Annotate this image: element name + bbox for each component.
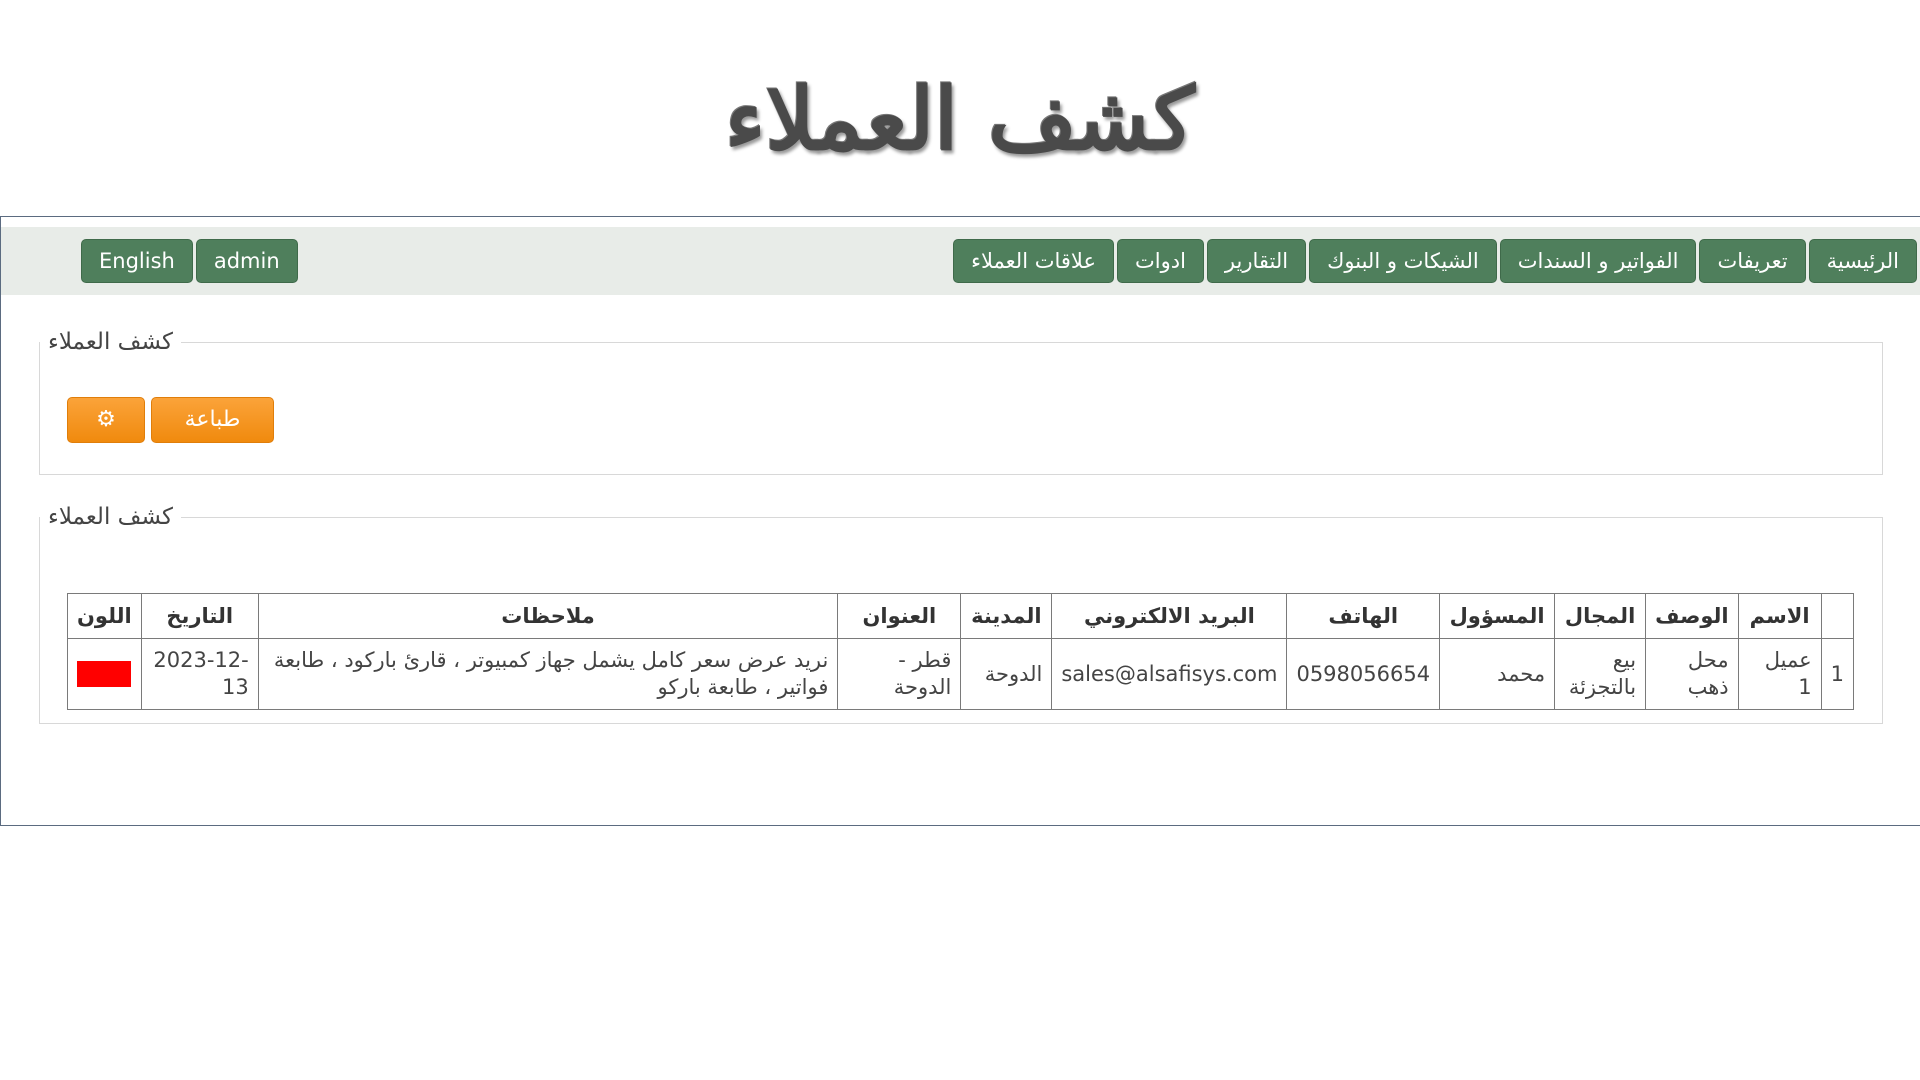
nav-cheques-banks[interactable]: الشيكات و البنوك xyxy=(1309,239,1497,283)
cell-city: الدوحة xyxy=(960,638,1053,710)
header-date[interactable]: التاريخ xyxy=(140,593,259,639)
page-title: كشف العملاء xyxy=(725,69,1195,170)
header-phone[interactable]: الهاتف xyxy=(1286,593,1441,639)
main-menu: الرئيسية تعريفات الفواتير و السندات الشي… xyxy=(953,239,1917,283)
table-header-row: الاسم الوصف المجال المسؤول الهاتف البريد… xyxy=(67,593,1855,639)
cell-responsible: محمد xyxy=(1439,638,1556,710)
cell-index: 1 xyxy=(1820,638,1855,710)
customers-panel-legend: كشف العملاء xyxy=(48,504,173,530)
nav-reports[interactable]: التقارير xyxy=(1206,239,1307,283)
top-navbar: الرئيسية تعريفات الفواتير و السندات الشي… xyxy=(1,227,1920,295)
cell-field: بيع بالتجزئة xyxy=(1554,638,1647,710)
main-frame: الرئيسية تعريفات الفواتير و السندات الشي… xyxy=(0,216,1920,826)
user-menu: English admin xyxy=(81,239,298,283)
header-responsible[interactable]: المسؤول xyxy=(1439,593,1556,639)
customers-panel: كشف العملاء الاسم الوصف المجال المسؤول ا… xyxy=(39,504,1883,724)
cell-address: قطر - الدوحة xyxy=(837,638,962,710)
header-notes[interactable]: ملاحظات xyxy=(257,593,839,639)
header-description[interactable]: الوصف xyxy=(1645,593,1739,639)
cell-name: عميل 1 xyxy=(1737,638,1822,710)
header-field[interactable]: المجال xyxy=(1554,593,1647,639)
header-index xyxy=(1820,593,1855,639)
cell-date: 2023-12-13 xyxy=(140,638,259,710)
print-button[interactable]: طباعة xyxy=(151,397,274,443)
color-swatch xyxy=(77,661,132,687)
nav-definitions[interactable]: تعريفات xyxy=(1699,239,1806,283)
gear-icon: ⚙ xyxy=(96,407,116,432)
header-city[interactable]: المدينة xyxy=(960,593,1053,639)
controls-panel-legend: كشف العملاء xyxy=(48,329,173,355)
cell-description: محل ذهب xyxy=(1645,638,1739,710)
cell-email: sales@alsafisys.com xyxy=(1051,638,1288,710)
controls-panel: كشف العملاء ⚙ طباعة xyxy=(39,329,1883,475)
user-button[interactable]: admin xyxy=(195,239,298,283)
nav-tools[interactable]: ادوات xyxy=(1116,239,1204,283)
customers-table: الاسم الوصف المجال المسؤول الهاتف البريد… xyxy=(67,593,1855,710)
nav-invoices-vouchers[interactable]: الفواتير و السندات xyxy=(1499,239,1697,283)
language-button[interactable]: English xyxy=(81,239,193,283)
header-email[interactable]: البريد الالكتروني xyxy=(1051,593,1288,639)
cell-phone: 0598056654 xyxy=(1286,638,1441,710)
cell-notes: نريد عرض سعر كامل يشمل جهاز كمبيوتر ، قا… xyxy=(257,638,839,710)
nav-home[interactable]: الرئيسية xyxy=(1808,239,1917,283)
table-row[interactable]: 1 عميل 1 محل ذهب بيع بالتجزئة محمد 05980… xyxy=(67,638,1855,710)
cell-color xyxy=(67,638,142,710)
nav-customer-relations[interactable]: علاقات العملاء xyxy=(953,239,1114,283)
header-name[interactable]: الاسم xyxy=(1737,593,1822,639)
settings-button[interactable]: ⚙ xyxy=(67,397,145,443)
header-color[interactable]: اللون xyxy=(67,593,142,639)
header-address[interactable]: العنوان xyxy=(837,593,962,639)
